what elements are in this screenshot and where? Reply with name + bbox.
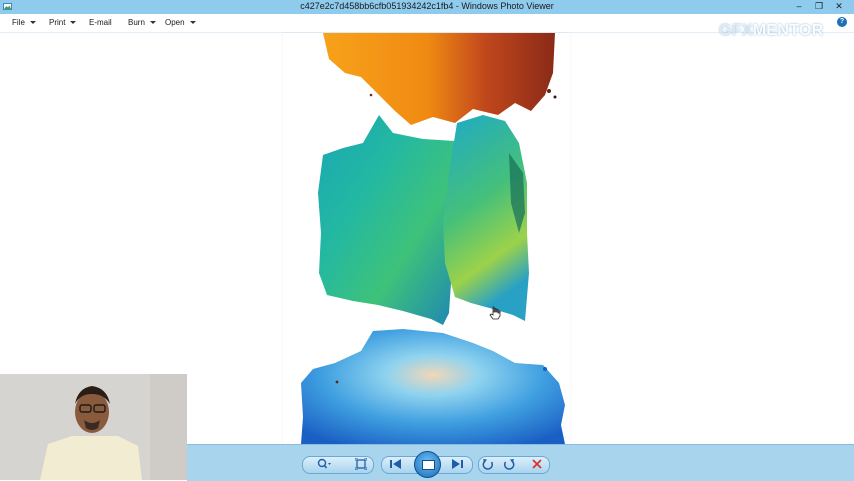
menu-email[interactable]: E-mail <box>89 18 112 27</box>
menu-print-label: Print <box>49 18 66 27</box>
presenter-video <box>0 374 187 480</box>
rotate-counterclockwise-icon <box>482 459 493 470</box>
close-button[interactable]: ✕ <box>828 0 850 14</box>
slideshow-icon <box>422 460 435 470</box>
zoom-icon <box>317 458 331 469</box>
rotate-clockwise-icon <box>504 459 515 470</box>
menu-burn-label: Burn <box>128 18 145 27</box>
menu-open[interactable]: Open <box>165 18 196 27</box>
window-title: c427e2c7d458bb6cfb051934242c1fb4 - Windo… <box>300 1 554 11</box>
hand-cursor-icon <box>489 306 501 320</box>
chevron-down-icon <box>189 21 196 25</box>
menu-burn[interactable]: Burn <box>128 18 156 27</box>
watermark-part2: MENTOR <box>752 22 824 39</box>
actual-size-button[interactable] <box>353 456 369 472</box>
zoom-button[interactable] <box>316 456 332 472</box>
delete-button[interactable] <box>529 456 545 472</box>
next-button[interactable] <box>449 456 465 472</box>
menu-file[interactable]: File <box>12 18 36 27</box>
displayed-image[interactable] <box>283 33 570 444</box>
watercolor-image <box>301 33 565 444</box>
actual-size-icon <box>355 458 367 470</box>
menu-open-label: Open <box>165 18 185 27</box>
rotate-clockwise-button[interactable] <box>501 456 517 472</box>
chevron-down-icon <box>149 21 156 25</box>
next-icon <box>452 459 463 469</box>
chevron-down-icon <box>29 21 36 25</box>
menu-file-label: File <box>12 18 25 27</box>
slideshow-button[interactable] <box>414 451 441 478</box>
rotate-counterclockwise-button[interactable] <box>480 456 496 472</box>
title-bar: c427e2c7d458bb6cfb051934242c1fb4 - Windo… <box>0 0 854 14</box>
delete-icon <box>532 459 542 469</box>
help-icon[interactable]: ? <box>837 17 847 27</box>
brand-watermark: GFXMENTOR <box>719 22 824 40</box>
minimize-button[interactable]: – <box>788 0 810 14</box>
menu-print[interactable]: Print <box>49 18 77 27</box>
maximize-button[interactable]: ❐ <box>808 0 830 14</box>
webcam-overlay <box>0 374 187 480</box>
menu-email-label: E-mail <box>89 18 112 27</box>
previous-button[interactable] <box>388 456 404 472</box>
chevron-down-icon <box>70 21 77 25</box>
watermark-part1: GFX <box>719 22 753 39</box>
previous-icon <box>390 459 401 469</box>
